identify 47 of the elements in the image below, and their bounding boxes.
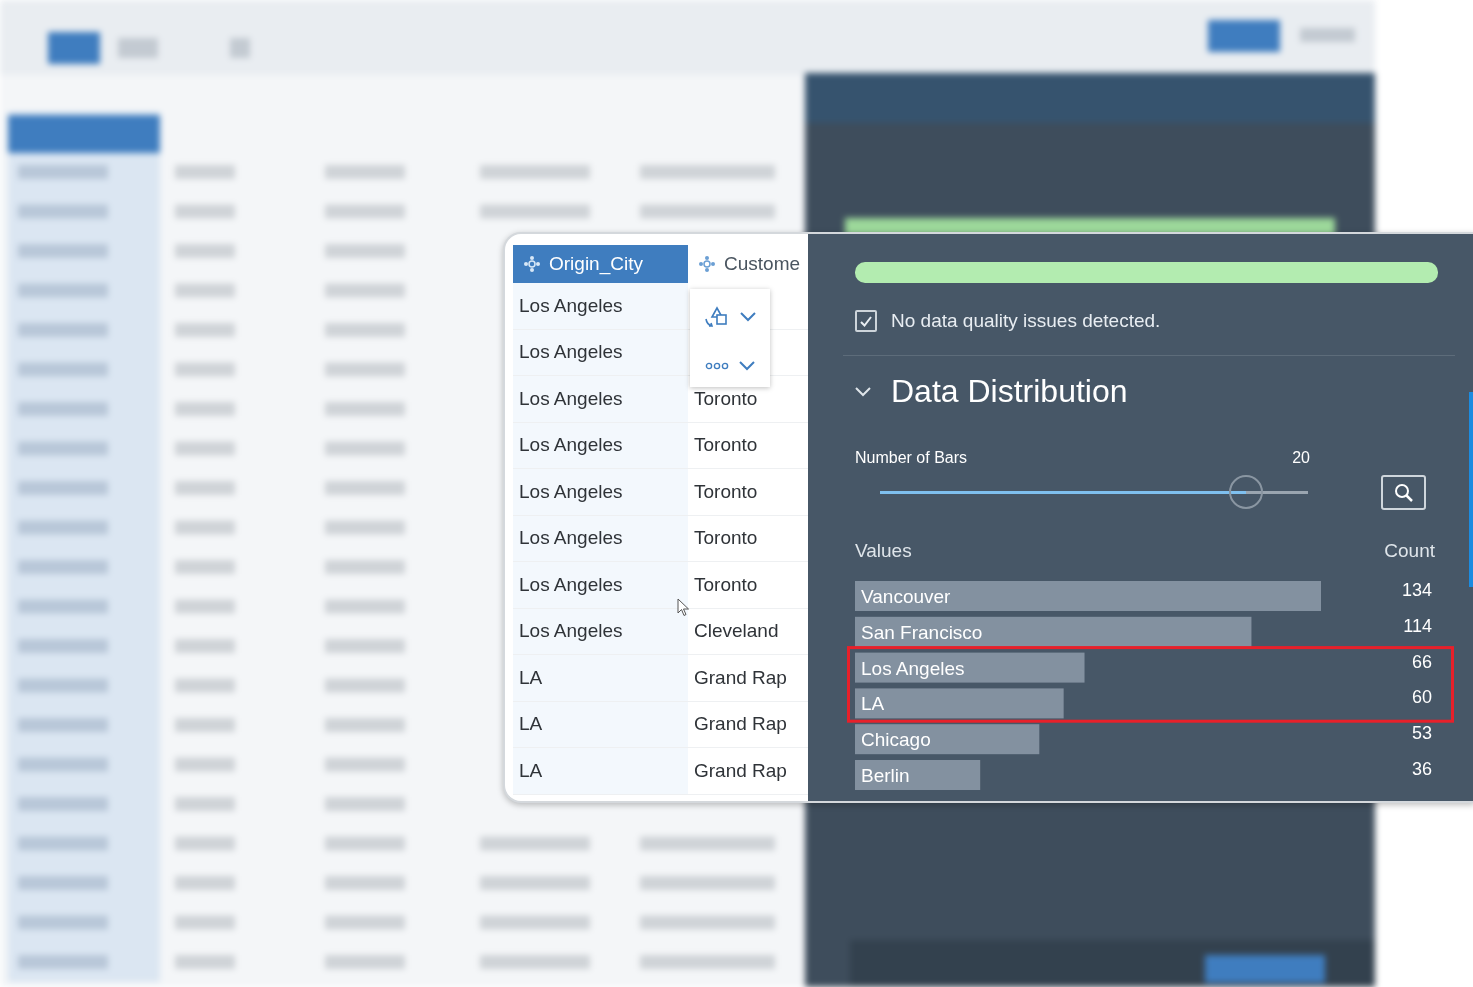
bar-label: Berlin bbox=[861, 765, 910, 786]
chevron-down-icon bbox=[855, 386, 871, 397]
search-button[interactable] bbox=[1381, 475, 1426, 510]
table-cell: Los Angeles bbox=[513, 515, 688, 562]
chevron-down-icon bbox=[739, 361, 755, 371]
collapse-button[interactable] bbox=[855, 386, 871, 397]
count-value: 60 bbox=[1411, 687, 1432, 708]
chevron-down-icon bbox=[740, 312, 756, 322]
slider-reading: 20 bbox=[1292, 449, 1310, 467]
table-cell: Los Angeles bbox=[513, 283, 688, 330]
column-header[interactable]: Custome bbox=[688, 245, 808, 283]
count-value: 134 bbox=[1401, 581, 1432, 600]
search-icon bbox=[1393, 482, 1414, 503]
shapes-icon bbox=[704, 305, 730, 329]
bar-label: Vancouver bbox=[861, 586, 951, 607]
bar-label: Chicago bbox=[861, 729, 931, 751]
dimension-icon bbox=[698, 255, 716, 273]
table-cell: LA bbox=[513, 701, 688, 748]
table-cell: LA bbox=[513, 748, 688, 795]
table-cell: Los Angeles bbox=[513, 376, 688, 423]
quality-message: No data quality issues detected. bbox=[891, 310, 1161, 332]
count-header: Count bbox=[1384, 540, 1435, 562]
count-value: 36 bbox=[1411, 759, 1432, 779]
table-cell: LA bbox=[513, 655, 688, 702]
slider-label: Number of Bars bbox=[855, 449, 968, 467]
table-cell: Los Angeles bbox=[513, 422, 688, 469]
column-title: Origin_City bbox=[549, 253, 643, 275]
bar-label: Los Angeles bbox=[861, 657, 965, 679]
dimension-icon bbox=[523, 255, 541, 273]
bar-label: San Francisco bbox=[861, 621, 983, 643]
column-header[interactable]: Origin_City bbox=[513, 245, 688, 283]
count-value: 114 bbox=[1403, 615, 1432, 636]
count-value: 53 bbox=[1411, 723, 1432, 744]
values-header: Values bbox=[855, 540, 912, 562]
check-icon bbox=[860, 315, 872, 327]
table-cell: Los Angeles bbox=[513, 562, 688, 609]
more-icon bbox=[705, 362, 729, 370]
table-cell: Los Angeles bbox=[513, 469, 688, 516]
cursor-icon bbox=[677, 598, 690, 617]
checkbox[interactable] bbox=[855, 310, 877, 332]
slider-thumb[interactable] bbox=[1228, 474, 1263, 509]
count-value: 66 bbox=[1411, 651, 1432, 672]
table-cell: Los Angeles bbox=[513, 329, 688, 376]
section-title: Data Distribution bbox=[891, 373, 1128, 410]
bar-label: LA bbox=[861, 693, 885, 715]
column-title: Custome bbox=[724, 253, 801, 275]
table-cell: Los Angeles bbox=[513, 608, 688, 655]
